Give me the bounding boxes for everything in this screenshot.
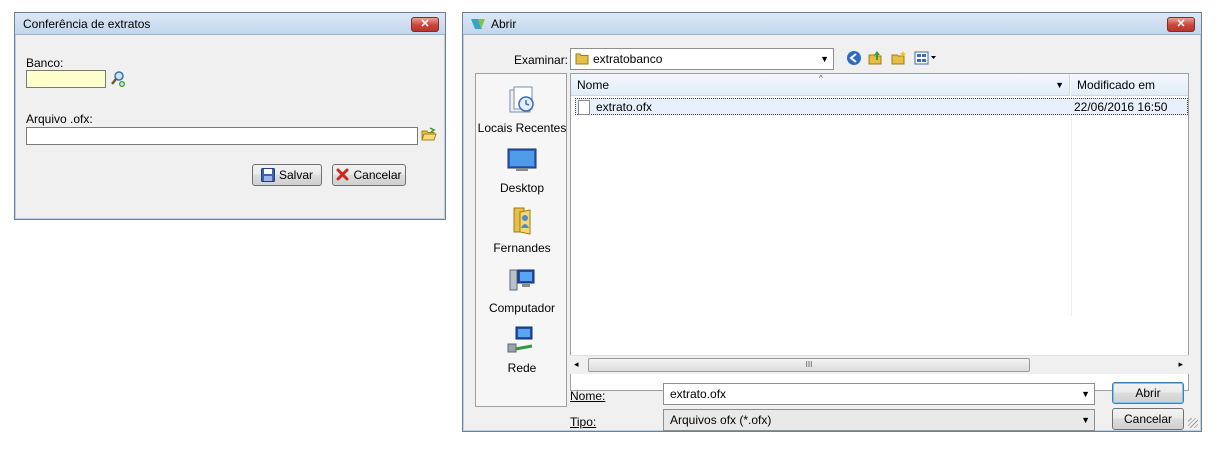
- up-folder-icon[interactable]: [868, 50, 884, 69]
- column-modified-label: Modificado em: [1077, 78, 1156, 92]
- chevron-down-icon: ▼: [820, 54, 829, 64]
- search-icon[interactable]: [110, 70, 126, 91]
- title-bar[interactable]: Conferência de extratos ✕: [15, 13, 445, 35]
- arquivo-label: Arquivo .ofx:: [26, 112, 93, 126]
- user-folder-icon: [513, 207, 531, 235]
- place-label: Desktop: [499, 181, 545, 195]
- banco-input[interactable]: [26, 70, 106, 88]
- file-icon: [578, 100, 590, 118]
- arquivo-input[interactable]: [26, 127, 418, 145]
- file-type-select[interactable]: Arquivos ofx (*.ofx) ▼: [663, 409, 1095, 431]
- title-bar[interactable]: Abrir ✕: [463, 13, 1201, 35]
- file-type-label: Tipo:: [570, 415, 597, 429]
- cancel-label: Cancelar: [353, 168, 402, 182]
- open-button[interactable]: Abrir: [1112, 382, 1184, 404]
- horizontal-scrollbar[interactable]: ◂ III ▸: [570, 355, 1189, 374]
- place-computer[interactable]: Computador: [476, 264, 568, 315]
- back-icon[interactable]: [846, 50, 862, 69]
- open-folder-icon[interactable]: [421, 127, 437, 146]
- file-list[interactable]: Nome ^ ▼ Modificado em extrato.ofx 22/06…: [570, 73, 1189, 391]
- folder-icon: [575, 52, 589, 72]
- recent-places-icon: [509, 86, 534, 113]
- places-bar: Locais Recentes Desktop Fernandes Comput…: [475, 73, 567, 407]
- window-title: Abrir: [491, 17, 517, 31]
- place-network[interactable]: Rede: [476, 324, 568, 375]
- save-button[interactable]: Salvar: [252, 164, 322, 186]
- file-name: extrato.ofx: [596, 100, 653, 114]
- save-label: Salvar: [278, 168, 313, 182]
- place-label: Rede: [507, 361, 537, 375]
- place-label: Computador: [488, 301, 556, 315]
- current-folder: extratobanco: [593, 52, 663, 66]
- dialog-body: Banco: Arquivo .ofx: Salvar Cancelar: [16, 36, 444, 218]
- close-button[interactable]: ✕: [1167, 17, 1195, 32]
- column-header-modified[interactable]: Modificado em: [1071, 74, 1188, 96]
- place-desktop[interactable]: Desktop: [476, 144, 568, 195]
- file-name-label: Nome:: [570, 389, 606, 403]
- network-icon: [507, 326, 533, 353]
- new-folder-icon[interactable]: [891, 50, 907, 69]
- look-in-combo[interactable]: extratobanco ▼: [570, 48, 834, 70]
- scroll-right-icon[interactable]: ▸: [1178, 359, 1183, 370]
- dialog-body: Examinar: extratobanco ▼ Locais Recentes…: [464, 36, 1200, 431]
- window-title: Conferência de extratos: [23, 17, 151, 31]
- chevron-down-icon: ▼: [1081, 415, 1090, 425]
- sort-up-icon: ^: [819, 74, 823, 83]
- place-recent[interactable]: Locais Recentes: [476, 84, 568, 135]
- place-label: Locais Recentes: [477, 121, 567, 135]
- file-modified: 22/06/2016 16:50: [1074, 100, 1168, 114]
- open-file-dialog: Abrir ✕ Examinar: extratobanco ▼ Locais …: [462, 12, 1202, 432]
- banco-label: Banco:: [26, 56, 64, 70]
- close-button[interactable]: ✕: [411, 17, 439, 32]
- file-type-value: Arquivos ofx (*.ofx): [670, 413, 772, 427]
- cancel-x-icon: [336, 168, 349, 181]
- column-divider: [1071, 96, 1072, 316]
- file-name-combo[interactable]: extrato.ofx ▼: [663, 383, 1095, 405]
- file-name-value: extrato.ofx: [670, 387, 727, 401]
- scroll-thumb[interactable]: III: [588, 358, 1030, 372]
- scroll-left-icon[interactable]: ◂: [574, 359, 579, 370]
- table-row[interactable]: extrato.ofx 22/06/2016 16:50: [575, 98, 1188, 115]
- desktop-icon: [507, 148, 537, 171]
- chevron-down-icon: ▼: [1081, 389, 1090, 399]
- conferencia-dialog: Conferência de extratos ✕ Banco: Arquivo…: [14, 12, 446, 220]
- place-label: Fernandes: [493, 241, 551, 255]
- place-user[interactable]: Fernandes: [476, 204, 568, 255]
- chevron-down-icon[interactable]: ▼: [1055, 74, 1064, 96]
- resize-grip[interactable]: [1188, 418, 1198, 428]
- column-header-name[interactable]: Nome ^ ▼: [571, 74, 1070, 96]
- cancel-button[interactable]: Cancelar: [332, 164, 406, 186]
- cancel-button[interactable]: Cancelar: [1112, 408, 1184, 430]
- column-name-label: Nome: [577, 78, 610, 92]
- examinar-label: Examinar:: [514, 53, 569, 67]
- computer-icon: [509, 269, 535, 291]
- floppy-icon: [260, 168, 275, 182]
- view-menu-icon[interactable]: [914, 50, 938, 69]
